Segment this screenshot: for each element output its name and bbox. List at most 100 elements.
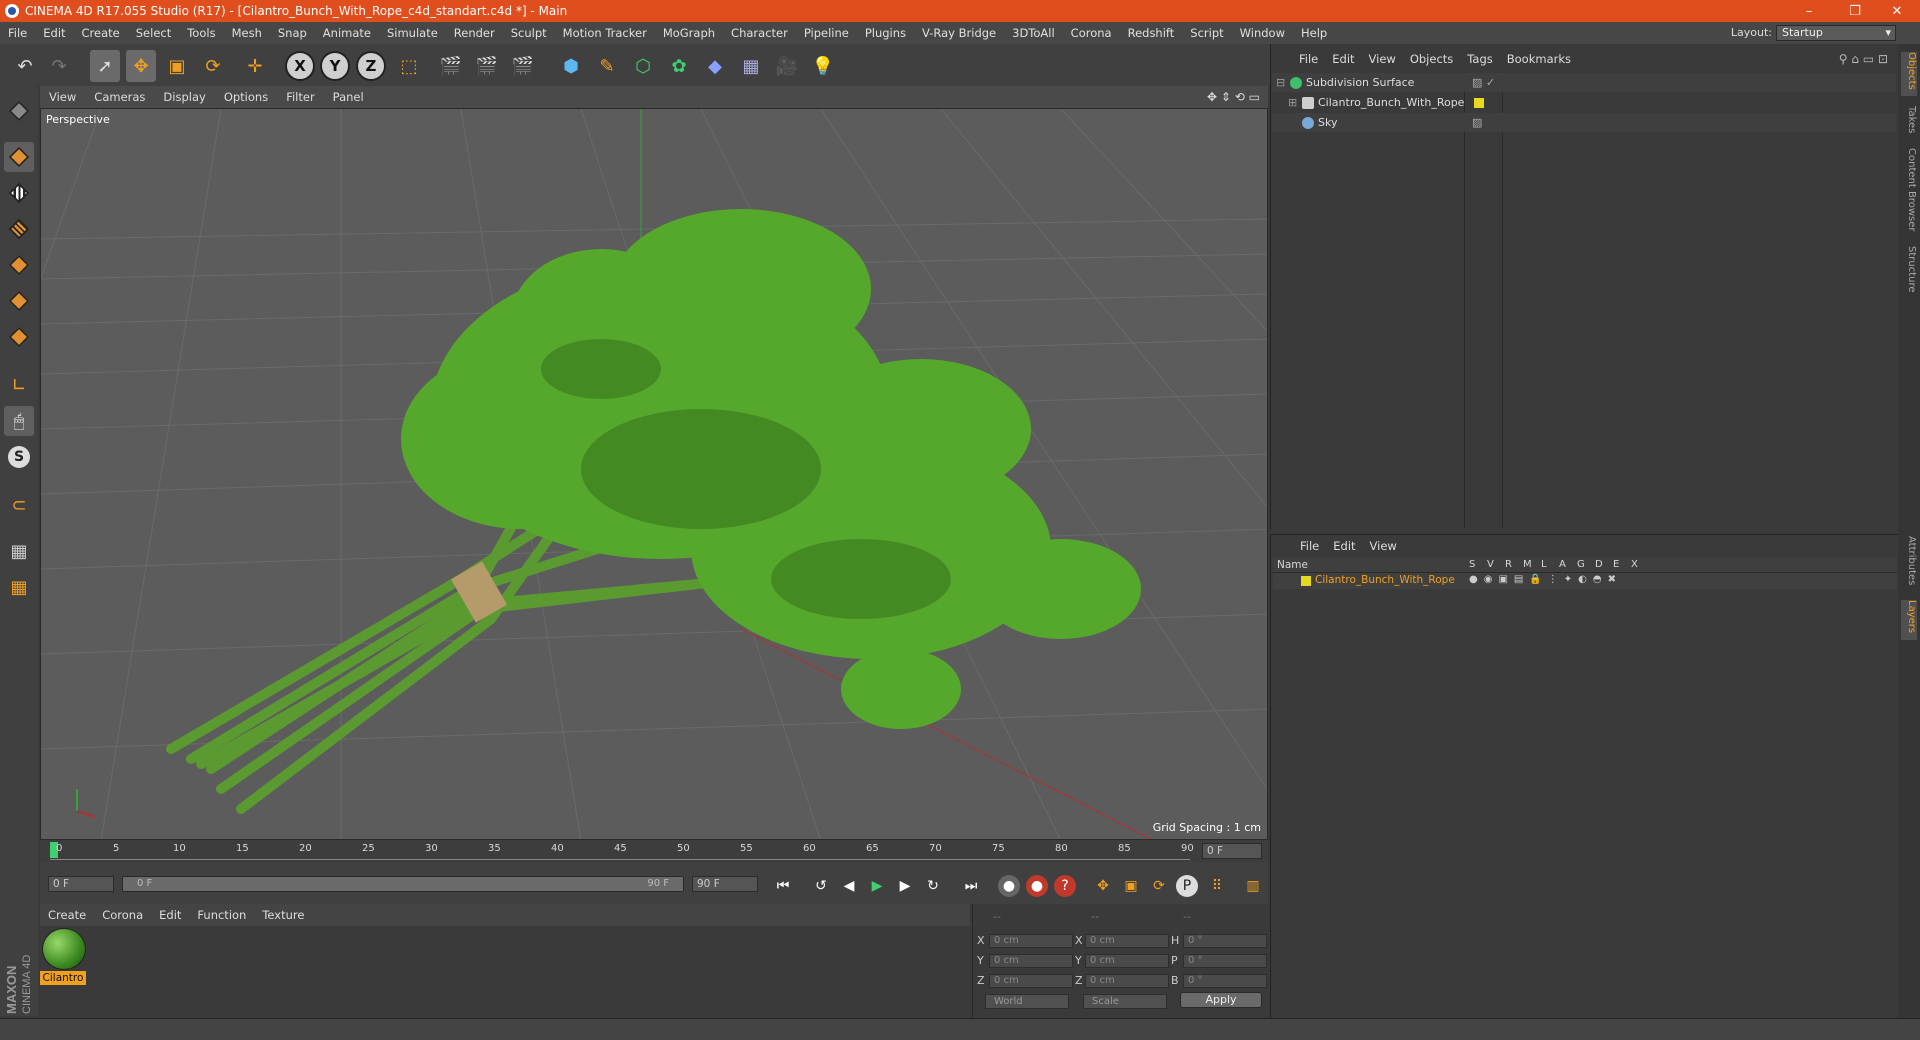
menu-vray-bridge[interactable]: V-Ray Bridge	[914, 26, 1004, 40]
objects-menu-bookmarks[interactable]: Bookmarks	[1500, 52, 1578, 66]
frame-range-slider[interactable]: 0 F 90 F	[122, 876, 684, 892]
object-name[interactable]: Cilantro_Bunch_With_Rope	[1318, 96, 1464, 109]
material-menu-function[interactable]: Function	[189, 908, 254, 922]
next-key-icon[interactable]: ↻	[920, 874, 946, 898]
object-visibility-icon[interactable]: ▨ ✓	[1472, 76, 1495, 89]
go-to-end-icon[interactable]: ⏭	[958, 874, 984, 898]
objects-menu-edit[interactable]: Edit	[1325, 52, 1361, 66]
render-view-icon[interactable]: 🎬	[436, 50, 466, 82]
polygons-mode-icon[interactable]	[4, 322, 34, 352]
workplane-lock-icon[interactable]: ▦	[4, 536, 34, 566]
magnet-icon[interactable]: ⊂	[4, 490, 34, 520]
deformer-icon[interactable]: ◆	[700, 50, 730, 82]
menu-mesh[interactable]: Mesh	[224, 26, 270, 40]
planar-workplane-icon[interactable]: ▦	[4, 572, 34, 602]
menu-redshift[interactable]: Redshift	[1120, 26, 1183, 40]
axis-mode-icon[interactable]: ∟	[4, 370, 34, 400]
minimize-button[interactable]: –	[1786, 0, 1832, 22]
viewport-menu-options[interactable]: Options	[215, 90, 277, 104]
position-x-field[interactable]: 0 cm	[989, 934, 1073, 948]
autokeying-icon[interactable]: ●	[1026, 875, 1048, 897]
position-key-icon[interactable]: ✥	[1090, 874, 1116, 898]
points-mode-icon[interactable]	[4, 250, 34, 280]
maximize-button[interactable]: ❐	[1832, 0, 1878, 22]
timeline-ruler[interactable]: 0 5 10 15 20 25 30 35 40 45 50 55 60 65 …	[40, 840, 1268, 862]
rotate-tool-icon[interactable]: ⟳	[198, 50, 228, 82]
menu-select[interactable]: Select	[128, 26, 179, 40]
menu-3dtoall[interactable]: 3DToAll	[1004, 26, 1063, 40]
side-tab-attributes[interactable]: Attributes	[1901, 536, 1917, 592]
x-axis-lock-button[interactable]: X	[285, 51, 315, 81]
go-to-start-icon[interactable]: ⏮	[770, 874, 796, 898]
menu-create[interactable]: Create	[74, 26, 128, 40]
rotation-p-field[interactable]: 0 °	[1183, 954, 1267, 968]
mograph-cloner-icon[interactable]: ✿	[664, 50, 694, 82]
menu-animate[interactable]: Animate	[315, 26, 379, 40]
make-editable-icon[interactable]	[4, 96, 34, 126]
size-x-field[interactable]: 0 cm	[1085, 934, 1169, 948]
material-menu-create[interactable]: Create	[40, 908, 94, 922]
layer-color-icon[interactable]	[1474, 97, 1484, 108]
object-visibility-icon[interactable]: ▨	[1472, 116, 1482, 129]
side-tab-content-browser[interactable]: Content Browser	[1901, 148, 1917, 238]
snap-icon[interactable]: S	[4, 442, 34, 472]
object-row-sky[interactable]: Sky ▨	[1272, 113, 1896, 132]
menu-motion-tracker[interactable]: Motion Tracker	[555, 26, 655, 40]
redo-icon[interactable]: ↷	[44, 50, 74, 82]
menu-simulate[interactable]: Simulate	[379, 26, 446, 40]
move-tool-icon[interactable]: ✥	[126, 50, 156, 82]
menu-tools[interactable]: Tools	[179, 26, 223, 40]
material-menu-corona[interactable]: Corona	[94, 908, 151, 922]
layers-menu-edit[interactable]: Edit	[1326, 539, 1362, 553]
menu-file[interactable]: File	[0, 26, 35, 40]
render-picture-viewer-icon[interactable]: 🎬	[472, 50, 502, 82]
coordinate-system-icon[interactable]: ⬚	[394, 50, 424, 82]
material-name[interactable]: Cilantro	[40, 971, 86, 985]
menu-pipeline[interactable]: Pipeline	[796, 26, 857, 40]
size-y-field[interactable]: 0 cm	[1085, 954, 1169, 968]
position-z-field[interactable]: 0 cm	[989, 974, 1073, 988]
size-z-field[interactable]: 0 cm	[1085, 974, 1169, 988]
object-row-subdivision-surface[interactable]: ⊟ Subdivision Surface ▨ ✓	[1272, 73, 1896, 92]
timeline-window-icon[interactable]: ▥	[1240, 874, 1266, 898]
workplane-mode-icon[interactable]	[4, 214, 34, 244]
end-frame-field[interactable]: 90 F	[692, 876, 758, 892]
scale-tool-icon[interactable]: ▣	[162, 50, 192, 82]
material-thumbnail[interactable]	[42, 928, 86, 970]
object-manager-search-icons[interactable]: ⚲ ⌂ ▭ ⊡	[1839, 52, 1888, 66]
subdivision-surface-icon[interactable]: ⬡	[628, 50, 658, 82]
cube-primitive-icon[interactable]: ⬢	[556, 50, 586, 82]
viewport-menu-panel[interactable]: Panel	[324, 90, 373, 104]
spline-pen-icon[interactable]: ✎	[592, 50, 622, 82]
play-icon[interactable]: ▶	[864, 874, 890, 898]
objects-menu-objects[interactable]: Objects	[1403, 52, 1460, 66]
transform-tool-icon[interactable]: ✛	[240, 50, 270, 82]
light-icon[interactable]: 💡	[808, 50, 838, 82]
keyframe-selection-icon[interactable]: ?	[1054, 875, 1076, 897]
layers-menu-file[interactable]: File	[1293, 539, 1326, 553]
layers-menu-view[interactable]: View	[1363, 539, 1404, 553]
z-axis-lock-button[interactable]: Z	[356, 51, 386, 81]
menu-corona[interactable]: Corona	[1063, 26, 1120, 40]
record-active-objects-icon[interactable]: ●	[998, 875, 1020, 897]
undo-icon[interactable]: ↶	[10, 50, 40, 82]
viewport-menu-display[interactable]: Display	[154, 90, 214, 104]
objects-menu-tags[interactable]: Tags	[1460, 52, 1499, 66]
object-name[interactable]: Subdivision Surface	[1306, 76, 1414, 89]
layer-toggle-icons[interactable]: ●◉▣▤🔒⋮✦◐◓✖	[1469, 574, 1622, 585]
layout-dropdown[interactable]: Startup	[1776, 25, 1896, 41]
menu-mograph[interactable]: MoGraph	[655, 26, 723, 40]
scale-key-icon[interactable]: ▣	[1118, 874, 1144, 898]
object-row-cilantro-bunch[interactable]: ⊞ Cilantro_Bunch_With_Rope	[1272, 93, 1896, 112]
edit-render-settings-icon[interactable]: 🎬	[508, 50, 538, 82]
viewport-menu-view[interactable]: View	[40, 90, 85, 104]
side-tab-layers[interactable]: Layers	[1901, 600, 1917, 640]
y-axis-lock-button[interactable]: Y	[320, 51, 350, 81]
floor-scene-icon[interactable]: ▦	[736, 50, 766, 82]
objects-menu-file[interactable]: File	[1292, 52, 1325, 66]
rotation-key-icon[interactable]: ⟳	[1146, 874, 1172, 898]
previous-frame-icon[interactable]: ◀	[836, 874, 862, 898]
layer-row[interactable]: Cilantro_Bunch_With_Rope ●◉▣▤🔒⋮✦◐◓✖	[1273, 573, 1897, 589]
menu-sculpt[interactable]: Sculpt	[503, 26, 555, 40]
edges-mode-icon[interactable]	[4, 286, 34, 316]
